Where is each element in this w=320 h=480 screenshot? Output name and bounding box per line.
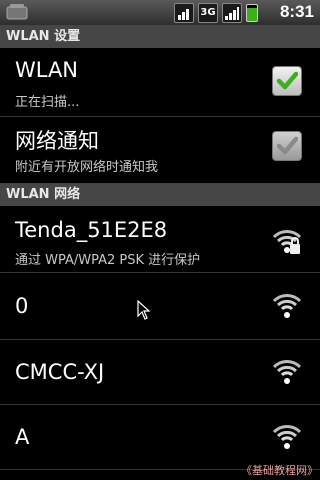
status-bar: 3G 8:31 <box>0 0 320 25</box>
wifi-locked-icon <box>272 230 302 254</box>
clock: 8:31 <box>279 2 314 21</box>
network-item[interactable]: A <box>0 405 320 469</box>
network-type-icon: 3G <box>198 3 218 23</box>
battery-icon <box>246 4 258 22</box>
network-ssid: CMCC-XJ <box>15 360 105 384</box>
network-ssid: Tenda_51E2E8 <box>15 218 168 242</box>
wlan-toggle-row[interactable]: WLAN 正在扫描... <box>0 48 320 116</box>
network-ssid: A <box>15 425 30 449</box>
network-notification-row[interactable]: 网络通知 附近有开放网络时通知我 <box>0 117 320 183</box>
checkmark-icon <box>276 71 298 90</box>
wifi-signal-icon <box>272 425 302 449</box>
networks-section-header: WLAN 网络 <box>0 183 320 206</box>
wifi-signal-icon <box>272 360 302 384</box>
network-notification-checkbox[interactable] <box>272 131 302 161</box>
wifi-signal-icon <box>272 294 302 318</box>
network-notification-title: 网络通知 <box>15 129 99 153</box>
phone-signal-icon <box>222 3 242 23</box>
notification-icon <box>6 4 28 20</box>
watermark: 《基础教程网》 <box>241 464 318 477</box>
page-title: WLAN 设置 <box>0 25 320 48</box>
network-notification-summary: 附近有开放网络时通知我 <box>15 160 159 175</box>
wlan-toggle-title: WLAN <box>15 58 79 82</box>
wlan-checkbox[interactable] <box>272 66 302 96</box>
signal-icon <box>174 3 194 23</box>
network-ssid: 0 <box>15 294 29 318</box>
mouse-cursor-icon <box>137 300 151 320</box>
wlan-toggle-status: 正在扫描... <box>15 95 80 110</box>
network-item[interactable]: CMCC-XJ <box>0 340 320 404</box>
network-item[interactable]: Tenda_51E2E8 通过 WPA/WPA2 PSK 进行保护 <box>0 206 320 272</box>
checkmark-icon <box>276 136 298 155</box>
network-security: 通过 WPA/WPA2 PSK 进行保护 <box>15 253 201 268</box>
wlan-settings-screen: 3G 8:31 WLAN 设置 WLAN 正在扫描... 网络通知 附近有开放网… <box>0 0 320 480</box>
network-item[interactable]: 0 <box>0 273 320 339</box>
